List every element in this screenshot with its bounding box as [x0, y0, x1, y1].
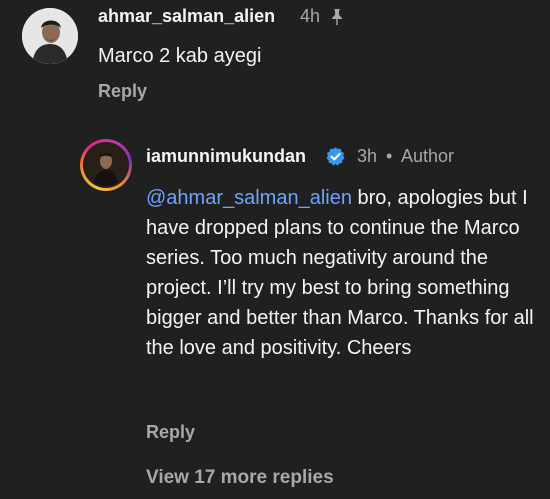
author-username[interactable]: iamunnimukundan: [146, 146, 306, 167]
view-more-replies-button[interactable]: View 17 more replies: [146, 467, 334, 489]
commenter-avatar-image: [22, 8, 78, 64]
reply-timestamp: 3h: [357, 146, 378, 166]
mention-link[interactable]: @ahmar_salman_alien: [146, 187, 352, 209]
comment-text: Marco 2 kab ayegi: [98, 45, 262, 67]
author-reply-button[interactable]: Reply: [146, 422, 195, 443]
author-avatar[interactable]: [80, 139, 132, 191]
commenter-username[interactable]: ahmar_salman_alien: [98, 6, 275, 27]
author-label: Author: [401, 146, 455, 166]
author-avatar-image: [85, 144, 127, 186]
reply-text-body: bro, apologies but I have dropped plans …: [146, 187, 534, 359]
commenter-avatar[interactable]: [22, 8, 78, 64]
comment-reply-button[interactable]: Reply: [98, 81, 147, 102]
pin-icon: [329, 8, 345, 26]
verified-badge-icon: [325, 146, 346, 167]
meta-separator: •: [386, 146, 393, 166]
reply-text: @ahmar_salman_alien bro, apologies but I…: [146, 183, 541, 363]
comment-timestamp: 4h: [300, 6, 321, 26]
